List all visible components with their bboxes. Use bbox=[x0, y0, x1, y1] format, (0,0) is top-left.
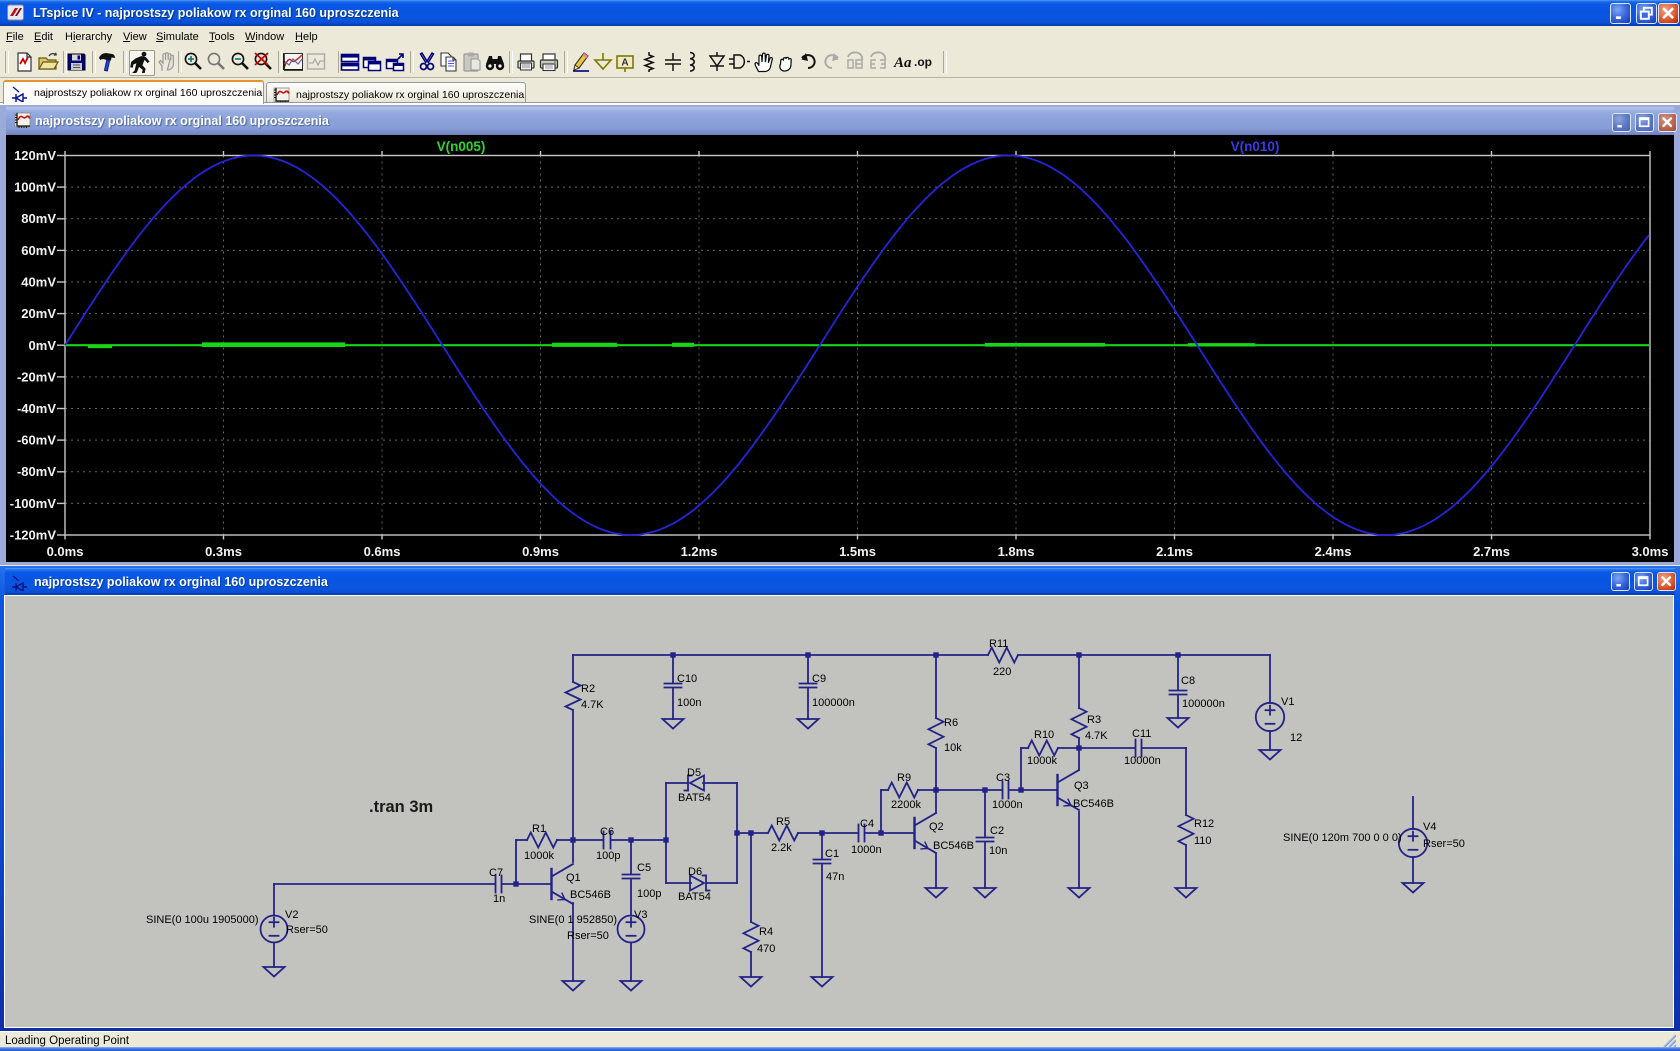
svg-text:100p: 100p bbox=[596, 850, 620, 862]
svg-text:Rser=50: Rser=50 bbox=[567, 930, 609, 942]
svg-text:2200k: 2200k bbox=[891, 799, 921, 811]
svg-text:1000k: 1000k bbox=[1027, 755, 1057, 767]
svg-text:Q2: Q2 bbox=[929, 821, 944, 833]
svg-text:C3: C3 bbox=[996, 772, 1010, 784]
svg-text:V(n005): V(n005) bbox=[437, 139, 486, 154]
svg-text:0.3ms: 0.3ms bbox=[205, 544, 242, 559]
svg-text:R1: R1 bbox=[532, 823, 546, 835]
svg-text:C1: C1 bbox=[825, 848, 839, 860]
svg-text:D5: D5 bbox=[687, 767, 701, 779]
svg-text:BAT54: BAT54 bbox=[678, 792, 711, 804]
svg-text:10k: 10k bbox=[944, 742, 962, 754]
svg-text:C8: C8 bbox=[1181, 675, 1195, 687]
svg-text:-100mV: -100mV bbox=[10, 496, 57, 511]
svg-text:-120mV: -120mV bbox=[10, 528, 57, 543]
svg-text:1n: 1n bbox=[493, 893, 505, 905]
svg-text:100p: 100p bbox=[637, 888, 661, 900]
svg-text:-40mV: -40mV bbox=[17, 401, 56, 416]
svg-text:20mV: 20mV bbox=[21, 306, 56, 321]
svg-text:1000n: 1000n bbox=[851, 844, 882, 856]
svg-text:1.5ms: 1.5ms bbox=[839, 544, 876, 559]
svg-text:Q3: Q3 bbox=[1074, 780, 1089, 792]
svg-text:R11: R11 bbox=[989, 638, 1008, 650]
svg-text:0.6ms: 0.6ms bbox=[364, 544, 401, 559]
svg-text:R2: R2 bbox=[581, 683, 595, 695]
svg-text:4.7K: 4.7K bbox=[1085, 730, 1108, 742]
svg-text:-20mV: -20mV bbox=[17, 369, 56, 384]
svg-text:BAT54: BAT54 bbox=[678, 891, 711, 903]
svg-text:SINE(0 1 952850): SINE(0 1 952850) bbox=[529, 914, 617, 926]
svg-text:SINE(0 100u 1905000): SINE(0 100u 1905000) bbox=[146, 914, 259, 926]
svg-text:2.1ms: 2.1ms bbox=[1156, 544, 1193, 559]
svg-text:C7: C7 bbox=[489, 867, 503, 879]
svg-text:60mV: 60mV bbox=[21, 243, 56, 258]
svg-text:A: A bbox=[621, 58, 628, 69]
svg-text:Q1: Q1 bbox=[566, 872, 581, 884]
svg-text:2.4ms: 2.4ms bbox=[1315, 544, 1352, 559]
svg-text:BC546B: BC546B bbox=[570, 889, 611, 901]
svg-text:C5: C5 bbox=[637, 862, 651, 874]
svg-text:C4: C4 bbox=[860, 818, 874, 830]
svg-text:1.8ms: 1.8ms bbox=[998, 544, 1035, 559]
svg-text:100n: 100n bbox=[677, 697, 701, 709]
svg-text:V1: V1 bbox=[1281, 696, 1294, 708]
svg-text:0mV: 0mV bbox=[29, 338, 57, 353]
svg-text:.tran 3m: .tran 3m bbox=[369, 798, 433, 816]
svg-text:0.9ms: 0.9ms bbox=[522, 544, 559, 559]
svg-text:10000n: 10000n bbox=[1124, 755, 1161, 767]
svg-text:100mV: 100mV bbox=[14, 180, 56, 195]
svg-text:BC546B: BC546B bbox=[933, 840, 974, 852]
svg-text:R6: R6 bbox=[944, 717, 958, 729]
svg-text:BC546B: BC546B bbox=[1073, 798, 1114, 810]
svg-text:C10: C10 bbox=[677, 673, 697, 685]
svg-text:R3: R3 bbox=[1087, 714, 1101, 726]
svg-text:2.7ms: 2.7ms bbox=[1473, 544, 1510, 559]
svg-text:Rser=50: Rser=50 bbox=[1423, 838, 1465, 850]
svg-text:100000n: 100000n bbox=[1182, 698, 1225, 710]
svg-text:1000k: 1000k bbox=[524, 850, 554, 862]
svg-text:.op: .op bbox=[914, 55, 932, 69]
svg-text:220: 220 bbox=[993, 666, 1011, 678]
svg-text:R10: R10 bbox=[1034, 729, 1054, 741]
svg-text:D6: D6 bbox=[688, 866, 702, 878]
svg-text:R9: R9 bbox=[897, 772, 911, 784]
svg-text:R5: R5 bbox=[776, 816, 790, 828]
svg-text:C9: C9 bbox=[812, 673, 826, 685]
svg-text:80mV: 80mV bbox=[21, 211, 56, 226]
svg-text:10n: 10n bbox=[989, 845, 1007, 857]
svg-text:40mV: 40mV bbox=[21, 275, 56, 290]
svg-text:SINE(0 120m 700 0 0 0): SINE(0 120m 700 0 0 0) bbox=[1283, 832, 1402, 844]
svg-text:120mV: 120mV bbox=[14, 148, 56, 163]
svg-text:47n: 47n bbox=[826, 871, 844, 883]
svg-text:Rser=50: Rser=50 bbox=[286, 924, 328, 936]
svg-text:C11: C11 bbox=[1132, 728, 1151, 740]
svg-text:100000n: 100000n bbox=[812, 697, 855, 709]
svg-text:0.0ms: 0.0ms bbox=[47, 544, 84, 559]
svg-text:4.7K: 4.7K bbox=[581, 699, 604, 711]
svg-text:3.0ms: 3.0ms bbox=[1632, 544, 1669, 559]
svg-text:R12: R12 bbox=[1194, 818, 1214, 830]
svg-text:V4: V4 bbox=[1423, 821, 1436, 833]
svg-text:R4: R4 bbox=[759, 926, 773, 938]
svg-text:1.2ms: 1.2ms bbox=[681, 544, 718, 559]
svg-text:2.2k: 2.2k bbox=[771, 842, 792, 854]
svg-text:V2: V2 bbox=[285, 909, 298, 921]
svg-text:C6: C6 bbox=[600, 826, 614, 838]
svg-text:1000n: 1000n bbox=[992, 799, 1023, 811]
svg-text:C2: C2 bbox=[990, 825, 1004, 837]
svg-text:110: 110 bbox=[1194, 835, 1212, 847]
svg-text:12: 12 bbox=[1290, 732, 1302, 744]
svg-text:-60mV: -60mV bbox=[17, 433, 56, 448]
svg-text:V(n010): V(n010) bbox=[1231, 139, 1280, 154]
svg-text:470: 470 bbox=[757, 943, 775, 955]
svg-text:-80mV: -80mV bbox=[17, 464, 56, 479]
svg-text:Aa: Aa bbox=[893, 55, 912, 71]
svg-text:V3: V3 bbox=[634, 909, 647, 921]
